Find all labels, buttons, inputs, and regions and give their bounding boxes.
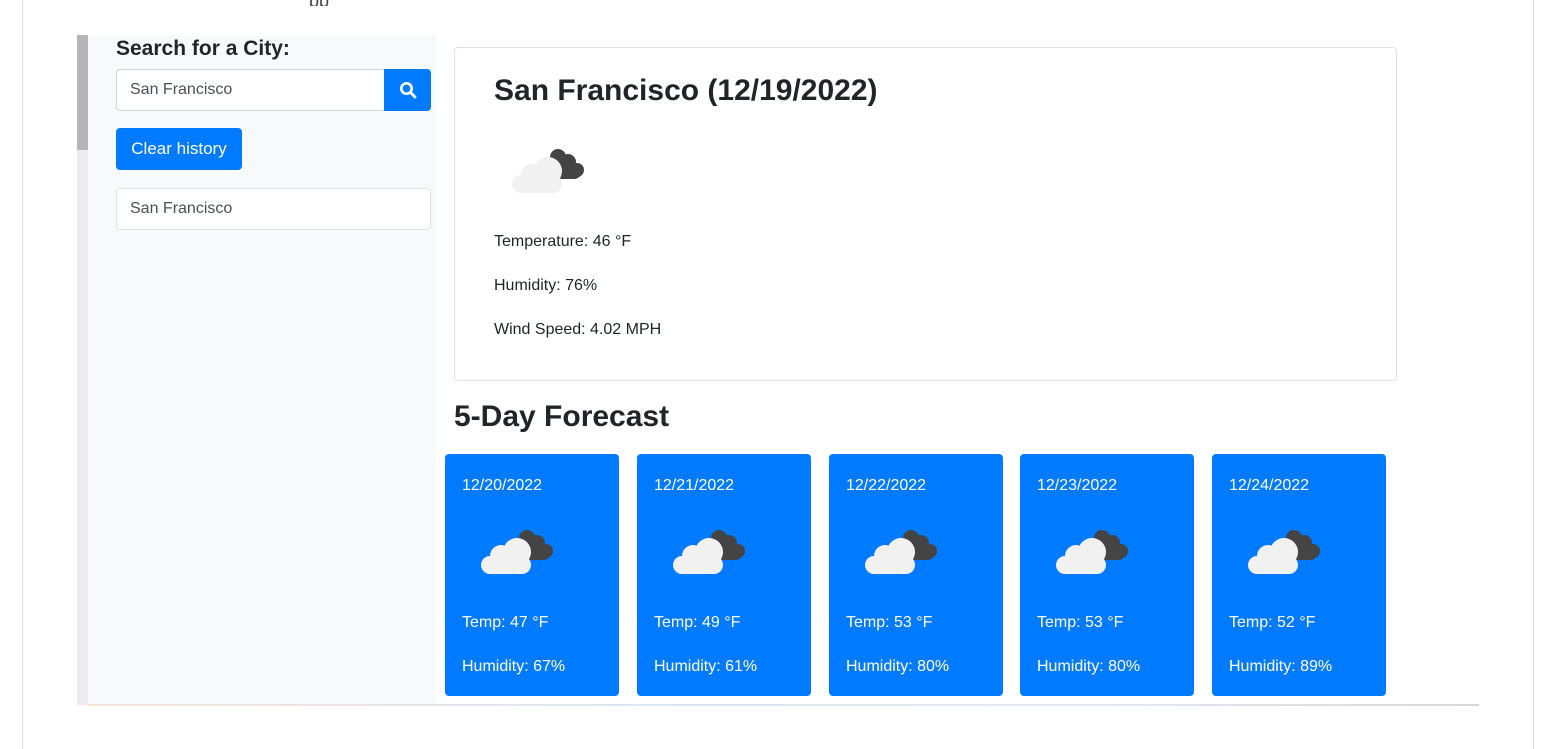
broken-clouds-icon — [481, 530, 553, 574]
search-heading: Search for a City: — [116, 37, 290, 60]
scrollbar-thumb[interactable] — [77, 35, 88, 150]
search-sidebar: Search for a City: Clear history San Fra… — [88, 35, 436, 705]
forecast-humidity: Humidity: 67% — [462, 658, 566, 675]
broken-clouds-icon — [1248, 530, 1320, 574]
clear-history-button[interactable]: Clear history — [116, 128, 242, 170]
weather-dashboard: Search for a City: Clear history San Fra… — [77, 35, 1479, 705]
forecast-temp: Temp: 47 °F — [462, 614, 549, 631]
forecast-date: 12/20/2022 — [462, 477, 543, 494]
forecast-humidity: Humidity: 80% — [846, 658, 950, 675]
current-wind-speed: Wind Speed: 4.02 MPH — [494, 321, 662, 338]
forecast-date: 12/24/2022 — [1229, 477, 1310, 494]
forecast-date: 12/21/2022 — [654, 477, 735, 494]
current-weather-card: San Francisco (12/19/2022) Temperature: … — [454, 47, 1397, 381]
page-frame-left-border — [22, 0, 23, 749]
current-temperature: Temperature: 46 °F — [494, 233, 632, 250]
forecast-date: 12/22/2022 — [846, 477, 927, 494]
forecast-card: 12/20/2022 Temp: 47 °F Humidity: 67% — [445, 454, 619, 696]
broken-clouds-icon — [865, 530, 937, 574]
current-humidity: Humidity: 76% — [494, 277, 598, 294]
forecast-temp: Temp: 53 °F — [1037, 614, 1124, 631]
current-city-title: San Francisco (12/19/2022) — [494, 74, 878, 107]
history-item-san-francisco[interactable]: San Francisco — [116, 188, 431, 230]
city-search-input[interactable] — [116, 69, 385, 111]
forecast-date: 12/23/2022 — [1037, 477, 1118, 494]
forecast-temp: Temp: 53 °F — [846, 614, 933, 631]
search-button[interactable] — [384, 69, 431, 111]
broken-clouds-icon — [512, 149, 584, 193]
forecast-humidity: Humidity: 89% — [1229, 658, 1333, 675]
forecast-temp: Temp: 49 °F — [654, 614, 741, 631]
forecast-card: 12/23/2022 Temp: 53 °F Humidity: 80% — [1020, 454, 1194, 696]
bottom-divider — [88, 704, 1479, 706]
forecast-heading: 5-Day Forecast — [454, 400, 670, 433]
forecast-card: 12/22/2022 Temp: 53 °F Humidity: 80% — [829, 454, 1003, 696]
broken-clouds-icon — [673, 530, 745, 574]
vertical-scrollbar[interactable] — [77, 35, 88, 705]
broken-clouds-icon — [1056, 530, 1128, 574]
forecast-humidity: Humidity: 80% — [1037, 658, 1141, 675]
search-icon — [399, 82, 416, 99]
forecast-temp: Temp: 52 °F — [1229, 614, 1316, 631]
forecast-card: 12/24/2022 Temp: 52 °F Humidity: 89% — [1212, 454, 1386, 696]
forecast-humidity: Humidity: 61% — [654, 658, 758, 675]
page-frame-right-border — [1533, 0, 1534, 749]
forecast-card: 12/21/2022 Temp: 49 °F Humidity: 61% — [637, 454, 811, 696]
clipped-header-fragment: pp — [309, 0, 339, 6]
